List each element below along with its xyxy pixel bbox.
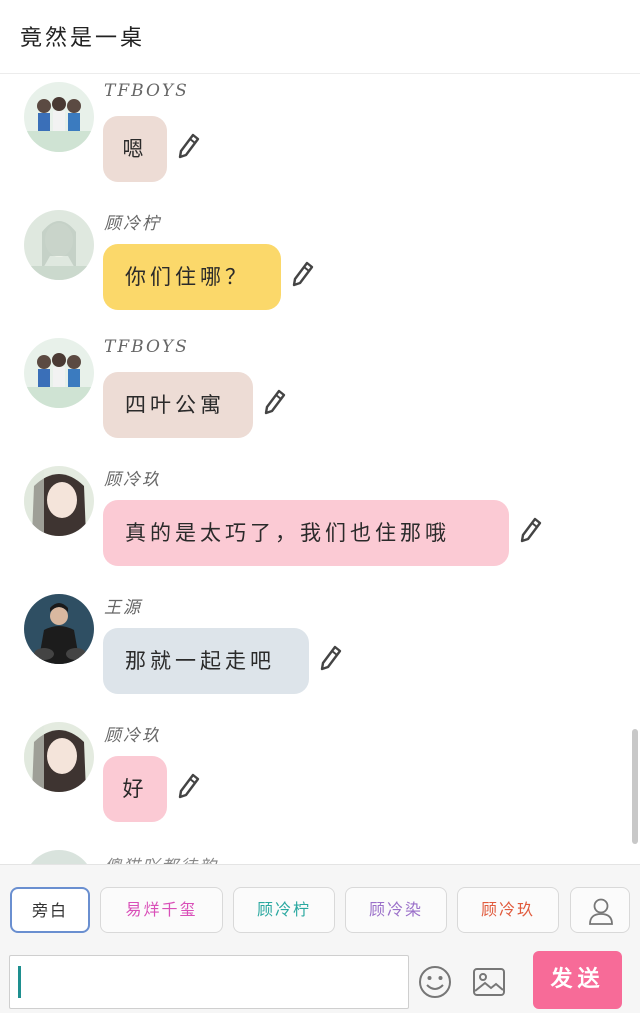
sender-name: TFBOYS: [104, 81, 189, 101]
role-button[interactable]: 易烊千玺: [100, 887, 223, 933]
sender-name: 顾冷柠: [104, 214, 161, 234]
sender-name: 顾冷玖: [104, 470, 161, 490]
pencil-icon[interactable]: [178, 773, 200, 799]
message-item: 王源 那就一起走吧: [0, 586, 640, 714]
role-label: 顾冷柠: [256, 900, 311, 919]
pencil-icon[interactable]: [178, 133, 200, 159]
avatar[interactable]: [24, 850, 94, 864]
message-bubble[interactable]: 好: [103, 756, 167, 822]
message-input[interactable]: [9, 955, 409, 1009]
avatar[interactable]: [24, 338, 94, 408]
role-narration-button[interactable]: 旁白: [10, 887, 90, 933]
send-button[interactable]: 发送: [533, 951, 622, 1009]
role-label: 旁白: [31, 901, 68, 920]
text-caret: [18, 966, 21, 998]
avatar[interactable]: [24, 82, 94, 152]
message-bubble[interactable]: 你们住哪？: [103, 244, 281, 310]
role-selector: 旁白 易烊千玺 顾冷柠 顾冷染 顾冷玖: [0, 887, 640, 935]
message-list[interactable]: TFBOYS 嗯 顾冷柠 你们住哪？ TFBOYS 四叶公寓 顾冷玖 真的是太巧…: [0, 74, 640, 864]
user-role-button[interactable]: [570, 887, 630, 933]
message-item: 顾冷玖 真的是太巧了，我们也住那哦: [0, 458, 640, 586]
avatar[interactable]: [24, 722, 94, 792]
pencil-icon[interactable]: [264, 389, 286, 415]
chat-title: 竟然是一桌: [20, 26, 146, 51]
message-bubble[interactable]: 嗯: [103, 116, 167, 182]
chat-header: 竟然是一桌: [0, 0, 640, 74]
smiley-icon[interactable]: [418, 965, 452, 999]
message-item: 顾冷玖 好: [0, 714, 640, 842]
message-item: TFBOYS 嗯: [0, 74, 640, 202]
sender-name: TFBOYS: [104, 337, 189, 357]
avatar[interactable]: [24, 594, 94, 664]
role-button[interactable]: 顾冷柠: [233, 887, 335, 933]
avatar[interactable]: [24, 210, 94, 280]
message-bubble[interactable]: 真的是太巧了，我们也住那哦: [103, 500, 509, 566]
message-item: 顾冷柠 你们住哪？: [0, 202, 640, 330]
image-icon[interactable]: [472, 966, 506, 998]
compose-toolbar: 旁白 易烊千玺 顾冷柠 顾冷染 顾冷玖 发送: [0, 864, 640, 1013]
role-button[interactable]: 顾冷玖: [457, 887, 559, 933]
message-bubble[interactable]: 那就一起走吧: [103, 628, 309, 694]
role-label: 易烊千玺: [125, 900, 198, 919]
scrollbar[interactable]: [632, 729, 638, 844]
message-bubble[interactable]: 四叶公寓: [103, 372, 253, 438]
pencil-icon[interactable]: [320, 645, 342, 671]
sender-name: 顾冷玖: [104, 726, 161, 746]
user-icon: [589, 898, 613, 925]
pencil-icon[interactable]: [292, 261, 314, 287]
avatar[interactable]: [24, 466, 94, 536]
message-item: TFBOYS 四叶公寓: [0, 330, 640, 458]
role-label: 顾冷染: [368, 900, 423, 919]
sender-name: 傻猫吖都徒韵: [104, 852, 218, 864]
role-label: 顾冷玖: [480, 900, 535, 919]
sender-name: 王源: [104, 598, 142, 618]
pencil-icon[interactable]: [520, 517, 542, 543]
role-button[interactable]: 顾冷染: [345, 887, 447, 933]
